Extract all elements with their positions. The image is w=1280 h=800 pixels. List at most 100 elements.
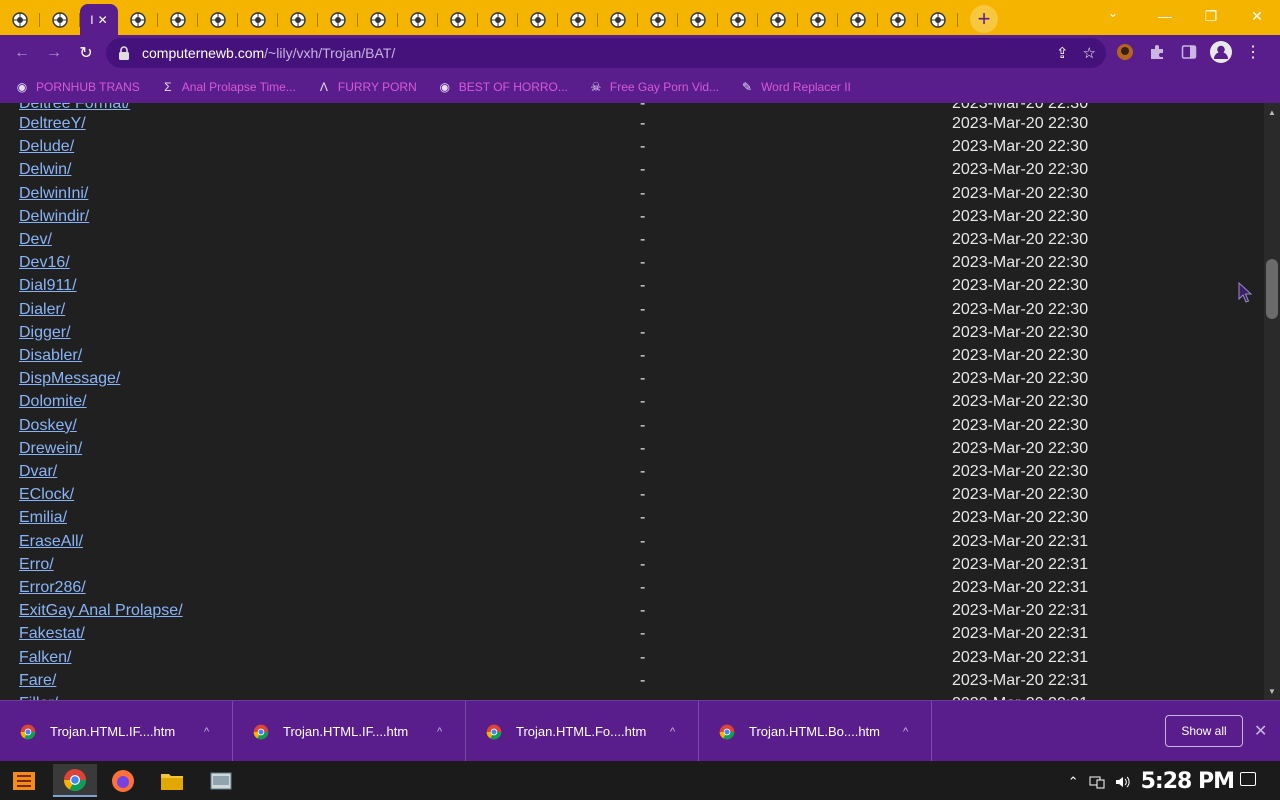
download-options-chevron-icon[interactable]: ^: [903, 726, 908, 738]
tab-after-7[interactable]: [398, 4, 438, 35]
tab-after-11[interactable]: [558, 4, 598, 35]
tab-after-5[interactable]: [318, 4, 358, 35]
bookmark-item[interactable]: Λ FURRY PORN: [316, 79, 417, 95]
share-icon[interactable]: ⇪: [1056, 44, 1069, 62]
scroll-down-arrow-icon[interactable]: ▼: [1264, 684, 1280, 698]
directory-link[interactable]: Dialer/: [19, 300, 65, 320]
bookmark-item[interactable]: Σ Anal Prolapse Time...: [160, 79, 296, 95]
tab-after-9[interactable]: [478, 4, 518, 35]
directory-link[interactable]: Disabler/: [19, 346, 82, 366]
notifications-icon[interactable]: [1240, 772, 1256, 786]
tab-active[interactable]: I ✕: [80, 4, 118, 35]
back-button[interactable]: ←: [6, 37, 38, 69]
directory-link[interactable]: DelwinIni/: [19, 184, 88, 204]
directory-link[interactable]: Dial911/: [19, 276, 77, 296]
directory-link[interactable]: Fakestat/: [19, 624, 85, 644]
directory-link[interactable]: Emilia/: [19, 508, 67, 528]
directory-link[interactable]: Delude/: [19, 137, 74, 157]
directory-link[interactable]: Drewein/: [19, 439, 82, 459]
tab-after-18[interactable]: [838, 4, 878, 35]
modified-date-cell: 2023-Mar-20 22:31: [952, 625, 1089, 643]
firefox-taskbar-icon[interactable]: [101, 764, 145, 797]
bookmark-star-icon[interactable]: ☆: [1083, 44, 1096, 62]
bookmark-item[interactable]: ◉ BEST OF HORRO...: [437, 79, 568, 95]
address-bar[interactable]: computernewb.com /~lily/vxh/Trojan/BAT/ …: [106, 38, 1106, 68]
tab-after-14[interactable]: [678, 4, 718, 35]
minimize-button[interactable]: —: [1142, 0, 1188, 32]
directory-link[interactable]: EraseAll/: [19, 532, 83, 552]
download-item[interactable]: Trojan.HTML.IF....htm ^: [233, 701, 466, 762]
download-item[interactable]: Trojan.HTML.IF....htm ^: [0, 701, 233, 762]
download-options-chevron-icon[interactable]: ^: [204, 726, 209, 738]
tab-after-3[interactable]: [238, 4, 278, 35]
directory-link[interactable]: Dvar/: [19, 462, 57, 482]
directory-link[interactable]: Dolomite/: [19, 392, 87, 412]
tab-after-16[interactable]: [758, 4, 798, 35]
directory-link[interactable]: Digger/: [19, 323, 71, 343]
app-taskbar-icon[interactable]: [199, 764, 243, 797]
tab-search-icon[interactable]: ⌄: [1108, 6, 1118, 20]
profile-extension-icon[interactable]: [1114, 41, 1136, 63]
forward-button[interactable]: →: [38, 37, 70, 69]
directory-link[interactable]: DeltreeY/: [19, 114, 86, 134]
directory-link[interactable]: Dev16/: [19, 253, 70, 273]
new-tab-button[interactable]: +: [970, 5, 998, 33]
extensions-puzzle-icon[interactable]: [1146, 41, 1168, 63]
close-downloads-icon[interactable]: ✕: [1254, 721, 1267, 741]
directory-link[interactable]: EClock/: [19, 485, 74, 505]
chrome-taskbar-icon[interactable]: [53, 764, 97, 797]
directory-link[interactable]: DispMessage/: [19, 369, 120, 389]
volume-icon[interactable]: [1115, 775, 1131, 789]
close-window-button[interactable]: ✕: [1234, 0, 1280, 32]
directory-link[interactable]: Delwindir/: [19, 207, 89, 227]
directory-link[interactable]: Delwin/: [19, 160, 71, 180]
tab-after-4[interactable]: [278, 4, 318, 35]
tab-after-2[interactable]: [198, 4, 238, 35]
tab-after-10[interactable]: [518, 4, 558, 35]
tab-after-13[interactable]: [638, 4, 678, 35]
tab-after-6[interactable]: [358, 4, 398, 35]
taskbar-clock[interactable]: 5:28 PM: [1141, 769, 1235, 794]
scrollbar-thumb[interactable]: [1266, 259, 1278, 319]
tab-after-12[interactable]: [598, 4, 638, 35]
tab-after-1[interactable]: [158, 4, 198, 35]
download-options-chevron-icon[interactable]: ^: [437, 726, 442, 738]
tab-after-17[interactable]: [798, 4, 838, 35]
download-item[interactable]: Trojan.HTML.Bo....htm ^: [699, 701, 932, 762]
bookmark-item[interactable]: ◉ PORNHUB TRANS: [14, 79, 140, 95]
tab-close-icon[interactable]: ✕: [98, 13, 108, 27]
directory-link[interactable]: Fare/: [19, 671, 56, 691]
network-icon[interactable]: [1089, 775, 1105, 789]
directory-link[interactable]: Deltree Format/: [19, 103, 130, 114]
bookmark-item[interactable]: ☠ Free Gay Porn Vid...: [588, 79, 720, 95]
show-all-downloads-button[interactable]: Show all: [1165, 715, 1243, 747]
menu-kebab-icon[interactable]: ⋮: [1242, 41, 1264, 63]
download-options-chevron-icon[interactable]: ^: [670, 726, 675, 738]
tab-after-20[interactable]: [918, 4, 958, 35]
tab-after-19[interactable]: [878, 4, 918, 35]
restore-button[interactable]: ❐: [1188, 0, 1234, 32]
tab-before-1[interactable]: [40, 4, 80, 35]
tab-active-title: I: [90, 12, 94, 27]
tab-after-15[interactable]: [718, 4, 758, 35]
directory-link[interactable]: Dev/: [19, 230, 52, 250]
download-item[interactable]: Trojan.HTML.Fo....htm ^: [466, 701, 699, 762]
directory-link[interactable]: Error286/: [19, 578, 86, 598]
tray-chevron-icon[interactable]: ⌃: [1068, 774, 1079, 790]
bookmark-item[interactable]: ✎ Word Replacer II: [739, 79, 851, 95]
directory-link[interactable]: ExitGay Anal Prolapse/: [19, 601, 183, 621]
tab-before-0[interactable]: [0, 4, 40, 35]
side-panel-icon[interactable]: [1178, 41, 1200, 63]
account-avatar-icon[interactable]: [1210, 41, 1232, 63]
tab-after-0[interactable]: [118, 4, 158, 35]
file-explorer-taskbar-icon[interactable]: [150, 764, 194, 797]
reload-button[interactable]: ↻: [70, 37, 102, 69]
directory-link[interactable]: Doskey/: [19, 416, 77, 436]
page-scrollbar[interactable]: ▲ ▼: [1264, 103, 1280, 700]
directory-link[interactable]: Erro/: [19, 555, 54, 575]
scroll-up-arrow-icon[interactable]: ▲: [1264, 105, 1280, 119]
directory-link[interactable]: Falken/: [19, 648, 71, 668]
start-button[interactable]: [2, 764, 46, 797]
size-cell: -: [640, 103, 646, 112]
tab-after-8[interactable]: [438, 4, 478, 35]
